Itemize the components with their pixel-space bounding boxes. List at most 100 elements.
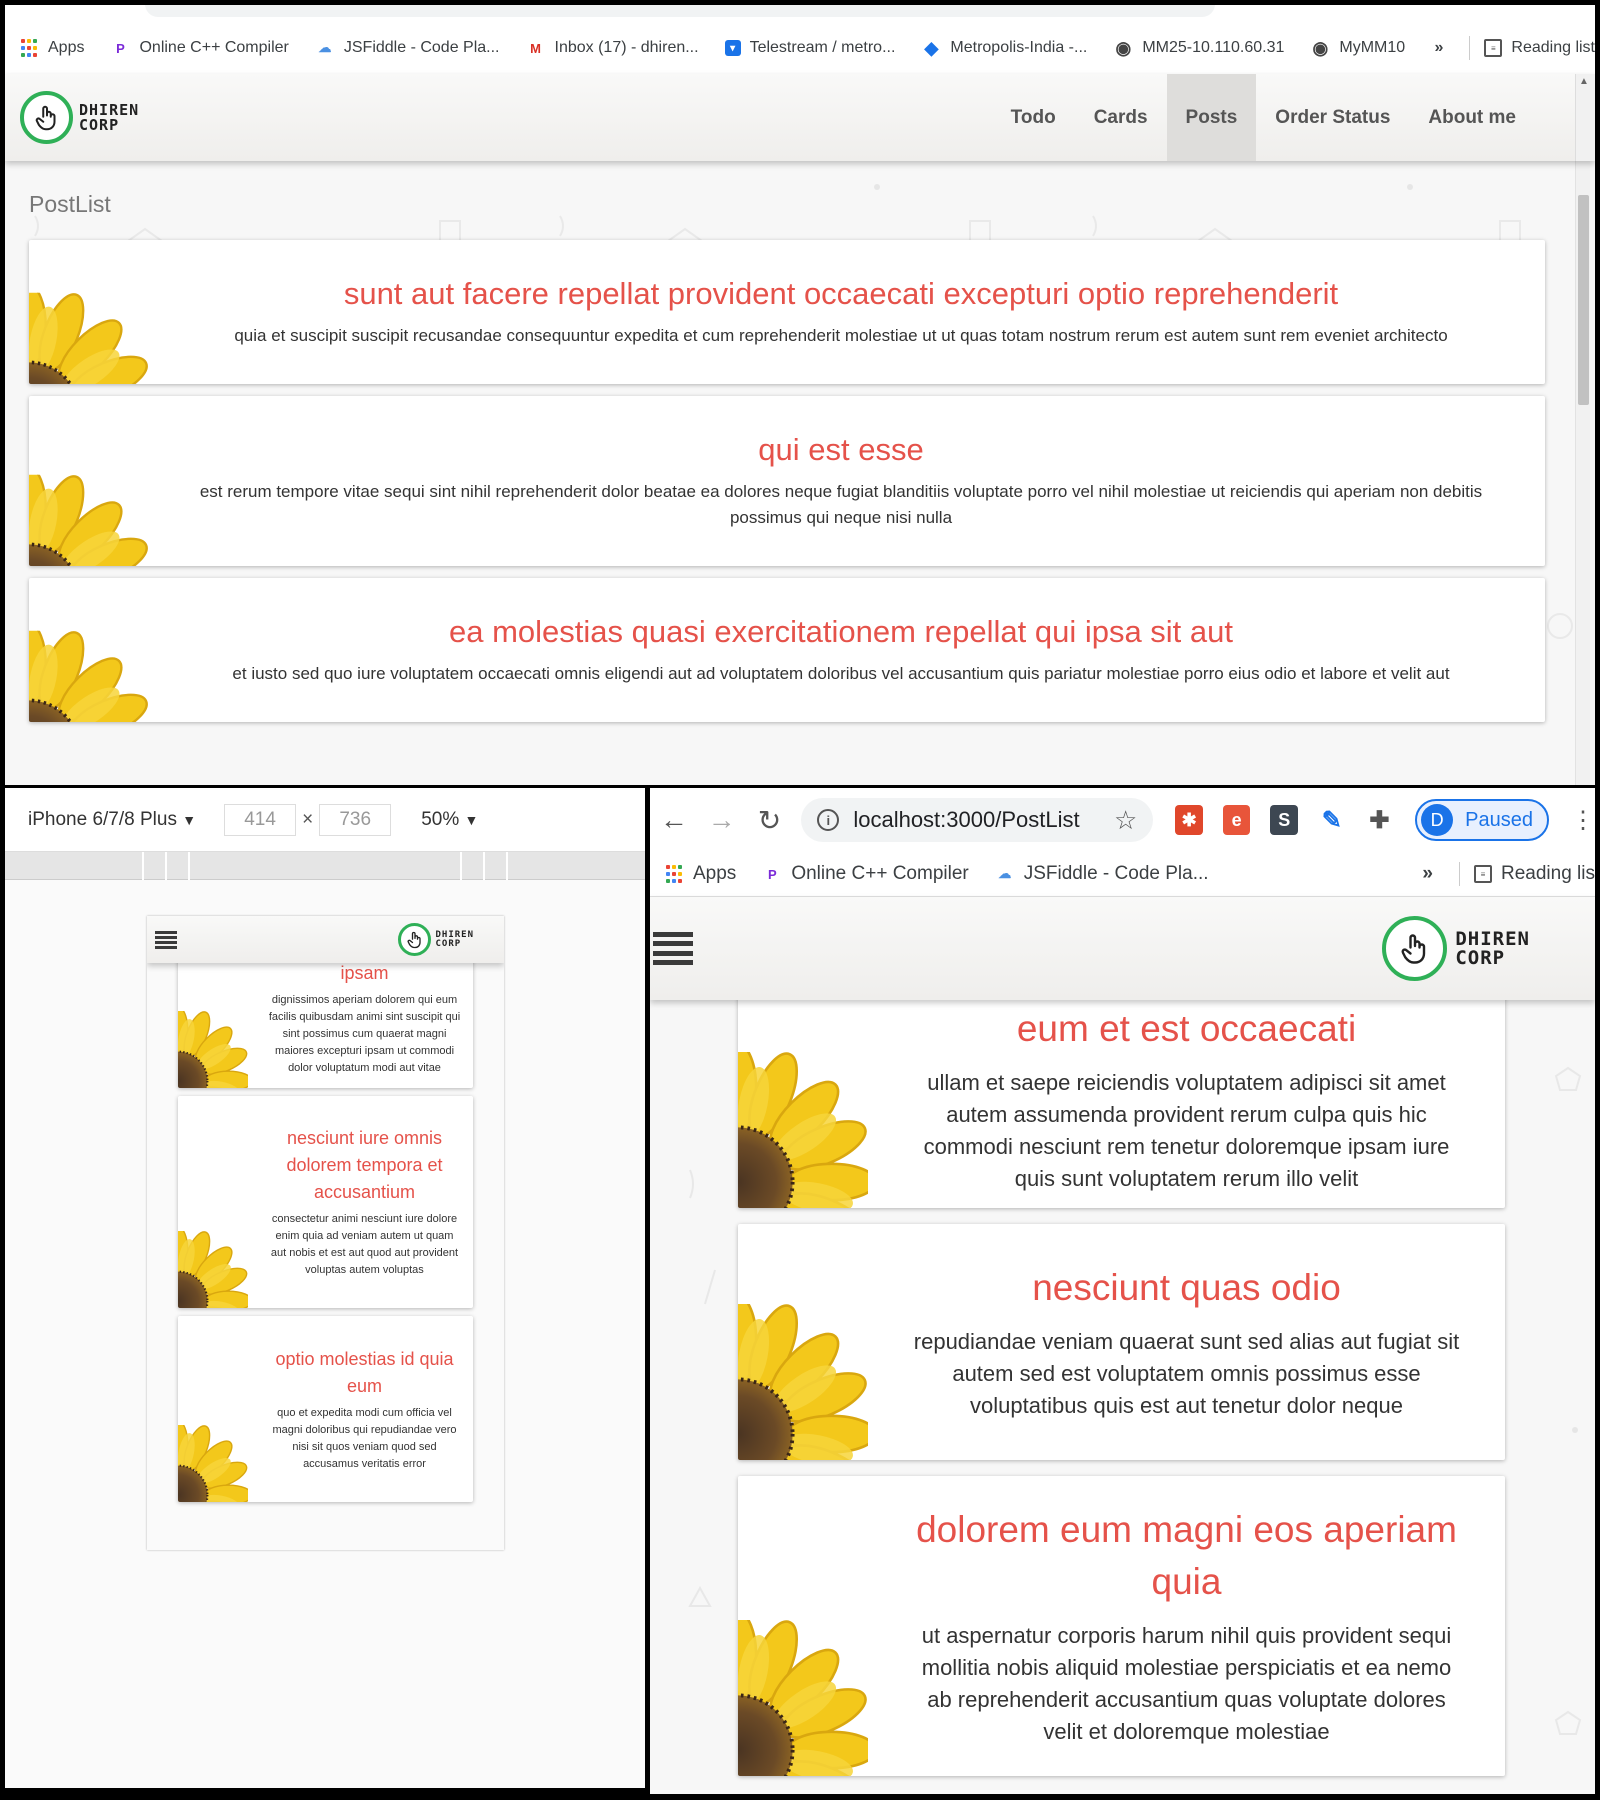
apps-grid-icon [664, 864, 684, 884]
sunflower-image [29, 474, 149, 566]
post-body: et iusto sed quo iure voluptatem occaeca… [232, 664, 1450, 683]
post-card-body: nesciunt iure omnis dolorem tempora et a… [268, 1125, 461, 1279]
sunflower-image [178, 1231, 248, 1308]
logo-line-2: CORP [1455, 946, 1506, 969]
reload-icon[interactable]: ↻ [746, 804, 794, 837]
page-scrollbar[interactable] [1575, 161, 1590, 785]
bookmark-item[interactable]: ☁ JSFiddle - Code Pla... [995, 863, 1209, 885]
device-toolbar: iPhone 6/7/8 Plus ▼ 414 × 736 50% ▼ [5, 788, 645, 852]
post-body: ullam et saepe reiciendis voluptatem adi… [923, 1070, 1450, 1191]
company-logo[interactable]: DHIREN CORP [20, 91, 139, 144]
bookmarks-right: » ≡ Reading list [1434, 36, 1595, 60]
bookmark-item[interactable]: Apps [664, 863, 736, 885]
bookmark-star-icon[interactable]: ☆ [1114, 805, 1137, 836]
dropdown-arrow-icon: ▼ [464, 811, 479, 828]
divider [1459, 862, 1460, 886]
address-bar[interactable]: i localhost:3000/PostList ☆ [801, 798, 1154, 842]
post-title: qui est esse [758, 432, 924, 467]
profile-button[interactable]: D Paused [1415, 799, 1549, 841]
bookmark-label: Online C++ Compiler [791, 863, 969, 884]
bookmark-label: Online C++ Compiler [139, 39, 289, 56]
sunflower-image [178, 1425, 248, 1502]
bookmark-label: Apps [48, 39, 85, 56]
post-card-body: ipsam dignissimos aperiam dolorem qui eum… [268, 960, 461, 1077]
media-query-ruler[interactable] [5, 852, 645, 880]
more-menu-icon[interactable]: ⋮ [1571, 806, 1595, 835]
bug-extension-icon[interactable]: ✱ [1175, 805, 1203, 835]
post-title: eum et est occaecati [1016, 1008, 1357, 1049]
bookmark-item[interactable]: Apps [19, 38, 84, 58]
post-body: dignissimos aperiam dolorem qui eum faci… [268, 993, 461, 1074]
emulated-phone-viewport: ipsam dignissimos aperiam dolorem qui eum… [147, 916, 504, 1550]
reading-list-label: Reading lis [1501, 863, 1595, 884]
app-navbar: DHIREN CORP Todo Cards Posts Order Statu… [5, 74, 1595, 161]
browser-toolbar: ← → ↻ i localhost:3000/PostList ☆ ✱ e S … [650, 788, 1595, 852]
page-title: PostList [29, 191, 111, 217]
post-card-body: sunt aut facere repellat provident occae… [167, 275, 1515, 349]
bookmarks-bar: Apps P Online C++ Compiler ☁ JSFiddle - Code… [5, 22, 1595, 74]
height-input[interactable]: 736 [319, 803, 392, 836]
site-info-icon[interactable]: i [817, 809, 840, 831]
post-body: repudiandae veniam quaerat sunt sed alia… [913, 1329, 1460, 1418]
url-text: localhost:3000/PostList [853, 807, 1080, 832]
post-body: consectetur animi nesciunt iure dolore e… [270, 1213, 459, 1276]
scrollbar-track[interactable]: ▲ [1575, 74, 1595, 161]
nav-cards[interactable]: Cards [1075, 74, 1167, 161]
bookmark-item[interactable]: ◆ Metropolis-India -... [921, 38, 1087, 58]
bookmark-item[interactable]: P Online C++ Compiler [762, 863, 969, 885]
reading-list-button[interactable]: ≡ Reading lis [1474, 863, 1595, 885]
company-logo[interactable]: DHIREN CORP [1382, 916, 1530, 981]
sunflower-image [178, 1011, 248, 1088]
device-select[interactable]: iPhone 6/7/8 Plus ▼ [28, 809, 196, 831]
globe-icon: ◉ [1312, 37, 1329, 58]
main-nav: Todo Cards Posts Order Status About me [992, 74, 1535, 161]
device-emulation-panel: iPhone 6/7/8 Plus ▼ 414 × 736 50% ▼ ipsa… [5, 788, 645, 1788]
narrow-browser-screenshot: ← → ↻ i localhost:3000/PostList ☆ ✱ e S … [650, 788, 1595, 1794]
reading-list-button[interactable]: ≡ Reading list [1484, 39, 1595, 57]
s-extension-icon[interactable]: S [1270, 805, 1299, 835]
hand-pointer-icon [20, 91, 73, 144]
bookmark-item[interactable]: ▾ Telestream / metro... [724, 39, 895, 57]
logo-line-1: DHIREN [1455, 928, 1530, 951]
bookmark-label: JSFiddle - Code Pla... [343, 39, 500, 56]
bookmark-item[interactable]: ◉ MyMM10 [1310, 37, 1406, 58]
bookmarks-overflow-chevron-icon[interactable]: » [1422, 863, 1433, 885]
bookmark-item[interactable]: M Inbox (17) - dhiren... [526, 38, 699, 58]
nav-order-status[interactable]: Order Status [1256, 74, 1409, 161]
device-name: iPhone 6/7/8 Plus [28, 808, 177, 830]
logo-line-2: CORP [79, 115, 120, 134]
back-arrow-icon[interactable]: ← [650, 804, 698, 836]
extensions-puzzle-icon[interactable]: ✚ [1365, 805, 1394, 835]
nav-todo[interactable]: Todo [992, 74, 1075, 161]
bookmark-label: JSFiddle - Code Pla... [1023, 863, 1209, 884]
nav-posts[interactable]: Posts [1166, 74, 1257, 161]
post-title: ea molestias quasi exercitationem repell… [448, 614, 1234, 649]
compiler-icon: P [116, 40, 125, 56]
post-card-body: eum et est occaecati ullam et saepe reici… [908, 1003, 1465, 1195]
editor-extension-icon[interactable]: e [1222, 805, 1251, 835]
bookmark-item[interactable]: ☁ JSFiddle - Code Pla... [315, 38, 500, 58]
bookmarks-bar: Apps P Online C++ Compiler ☁ JSFiddle - Code… [650, 852, 1595, 897]
apps-grid-icon [19, 38, 39, 58]
pen-extension-icon[interactable]: ✎ [1318, 805, 1346, 835]
gmail-icon: M [530, 40, 541, 56]
reading-list-icon: ≡ [1484, 39, 1503, 57]
forward-arrow-icon[interactable]: → [698, 804, 746, 836]
width-input[interactable]: 414 [224, 803, 297, 836]
hamburger-menu-icon[interactable] [155, 930, 177, 949]
post-body: est rerum tempore vitae sequi sint nihil… [199, 482, 1483, 527]
zoom-select[interactable]: 50% ▼ [421, 809, 478, 831]
post-card-body: ea molestias quasi exercitationem repell… [167, 613, 1515, 687]
nav-about-me[interactable]: About me [1409, 74, 1535, 161]
bookmarks-overflow-chevron-icon[interactable]: » [1434, 39, 1443, 57]
scroll-up-arrow-icon[interactable]: ▲ [1579, 76, 1589, 87]
post-title: dolorem eum magni eos aperiam quia [916, 1509, 1457, 1602]
post-title: optio molestias id quia eum [275, 1348, 454, 1396]
bookmark-item[interactable]: ◉ MM25-10.110.60.31 [1113, 38, 1284, 58]
company-logo[interactable]: DHIREN CORP [398, 923, 474, 956]
scrollbar-thumb[interactable] [1578, 195, 1589, 405]
reading-list-icon: ≡ [1474, 865, 1492, 883]
bookmark-item[interactable]: P Online C++ Compiler [110, 38, 289, 58]
hamburger-menu-icon[interactable] [653, 931, 693, 966]
zoom-value: 50% [421, 808, 460, 830]
